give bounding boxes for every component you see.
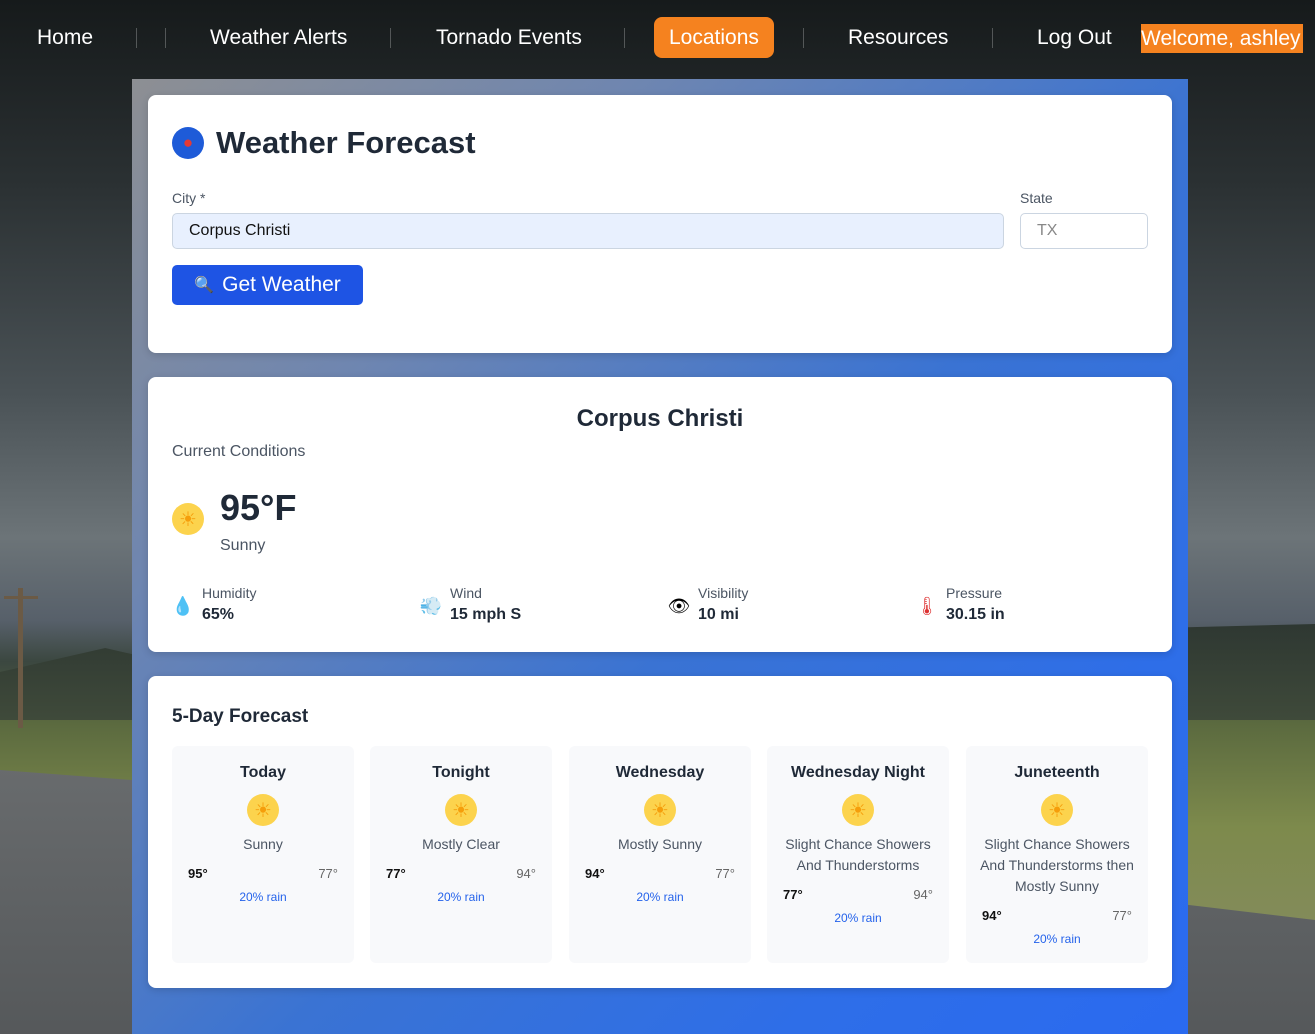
wind-icon: 💨 — [419, 595, 443, 616]
nav-divider — [992, 28, 993, 48]
forecast-day: Tonight ☀ Mostly Clear 77° 94° 20% rain — [370, 746, 552, 963]
page-title: Weather Forecast — [216, 125, 476, 160]
forecast-day: Today ☀ Sunny 95° 77° 20% rain — [172, 746, 354, 963]
forecast-day: Wednesday ☀ Mostly Sunny 94° 77° 20% rai… — [569, 746, 751, 963]
location-pin-icon: ● — [172, 127, 204, 159]
stat-label: Visibility — [698, 585, 749, 601]
state-label: State — [1020, 190, 1053, 206]
nav-divider — [165, 28, 166, 48]
droplet-icon: 💧 — [171, 595, 195, 616]
day-rain: 20% rain — [636, 890, 684, 904]
stat-pressure: 🌡 Pressure 30.15 in — [916, 585, 1005, 624]
sun-icon: ☀ — [644, 794, 676, 826]
thermometer-icon: 🌡 — [915, 595, 939, 616]
nav-log-out[interactable]: Log Out — [1022, 17, 1127, 58]
sun-icon: ☀ — [1041, 794, 1073, 826]
nav-divider — [624, 28, 625, 48]
city-label: City * — [172, 190, 206, 206]
city-name: Corpus Christi — [576, 405, 744, 432]
get-weather-label: Get Weather — [222, 273, 341, 296]
forecast-title: 5-Day Forecast — [172, 706, 309, 727]
day-name: Tonight — [432, 764, 490, 781]
day-description: Slight Chance Showers And Thunderstorms … — [980, 836, 1134, 894]
nav-weather-alerts[interactable]: Weather Alerts — [195, 17, 362, 58]
current-description: Sunny — [220, 537, 266, 554]
stat-label: Pressure — [946, 585, 1003, 601]
day-high: 77° — [386, 866, 406, 881]
background-pole — [4, 588, 38, 728]
stat-humidity: 💧 Humidity 65% — [171, 585, 257, 624]
search-card: ● Weather Forecast City * State 🔍 Get We… — [148, 95, 1172, 353]
day-name: Juneteenth — [1014, 764, 1100, 781]
sun-icon: ☀ — [172, 503, 204, 535]
stat-label: Wind — [450, 585, 482, 601]
day-name: Today — [240, 764, 286, 781]
day-name: Wednesday — [615, 764, 705, 781]
state-input[interactable] — [1020, 213, 1148, 249]
day-high: 94° — [982, 908, 1002, 923]
forecast-day: Juneteenth ☀ Slight Chance Showers And T… — [966, 746, 1148, 963]
day-low: 77° — [318, 866, 338, 881]
eye-icon: 👁 — [667, 595, 691, 616]
forecast-day: Wednesday Night ☀ Slight Chance Showers … — [767, 746, 949, 963]
nav-tornado-events[interactable]: Tornado Events — [421, 17, 597, 58]
current-conditions-card: Corpus Christi Current Conditions ☀ 95°F… — [148, 377, 1172, 652]
day-low: 77° — [715, 866, 735, 881]
sun-icon: ☀ — [842, 794, 874, 826]
welcome-badge: Welcome, ashley — [1141, 24, 1303, 53]
current-conditions-label: Current Conditions — [172, 443, 306, 460]
day-rain: 20% rain — [834, 911, 882, 925]
day-high: 77° — [783, 887, 803, 902]
stat-value: 65% — [202, 606, 235, 623]
day-high: 94° — [585, 866, 605, 881]
forecast-card: 5-Day Forecast Today ☀ Sunny 95° 77° 20%… — [148, 676, 1172, 988]
day-name: Wednesday Night — [791, 764, 925, 781]
stat-value: 10 mi — [698, 606, 739, 623]
nav-home[interactable]: Home — [22, 17, 108, 58]
get-weather-button[interactable]: 🔍 Get Weather — [172, 265, 363, 305]
stat-value: 30.15 in — [946, 606, 1005, 623]
current-temperature: 95°F — [220, 487, 297, 528]
nav-resources[interactable]: Resources — [833, 17, 963, 58]
day-low: 94° — [913, 887, 933, 902]
sun-icon: ☀ — [247, 794, 279, 826]
day-description: Mostly Clear — [422, 836, 500, 852]
day-rain: 20% rain — [437, 890, 485, 904]
day-rain: 20% rain — [239, 890, 287, 904]
sun-icon: ☀ — [445, 794, 477, 826]
title-row: ● Weather Forecast — [172, 125, 476, 161]
nav-divider — [390, 28, 391, 48]
day-description: Slight Chance Showers And Thunderstorms — [785, 836, 931, 873]
day-low: 77° — [1112, 908, 1132, 923]
nav-locations[interactable]: Locations — [654, 17, 774, 58]
stat-label: Humidity — [202, 585, 257, 601]
stat-value: 15 mph S — [450, 606, 522, 623]
stat-visibility: 👁 Visibility 10 mi — [667, 585, 749, 624]
day-low: 94° — [516, 866, 536, 881]
day-rain: 20% rain — [1033, 932, 1081, 946]
search-icon: 🔍 — [194, 277, 215, 294]
nav-divider — [803, 28, 804, 48]
city-input[interactable] — [172, 213, 1004, 249]
day-high: 95° — [188, 866, 208, 881]
top-nav: Home Weather Alerts Tornado Events Locat… — [0, 0, 1315, 76]
stat-wind: 💨 Wind 15 mph S — [420, 585, 521, 624]
day-description: Mostly Sunny — [617, 836, 703, 852]
day-description: Sunny — [243, 836, 283, 852]
main-content: ● Weather Forecast City * State 🔍 Get We… — [132, 79, 1188, 1034]
nav-divider — [136, 28, 137, 48]
